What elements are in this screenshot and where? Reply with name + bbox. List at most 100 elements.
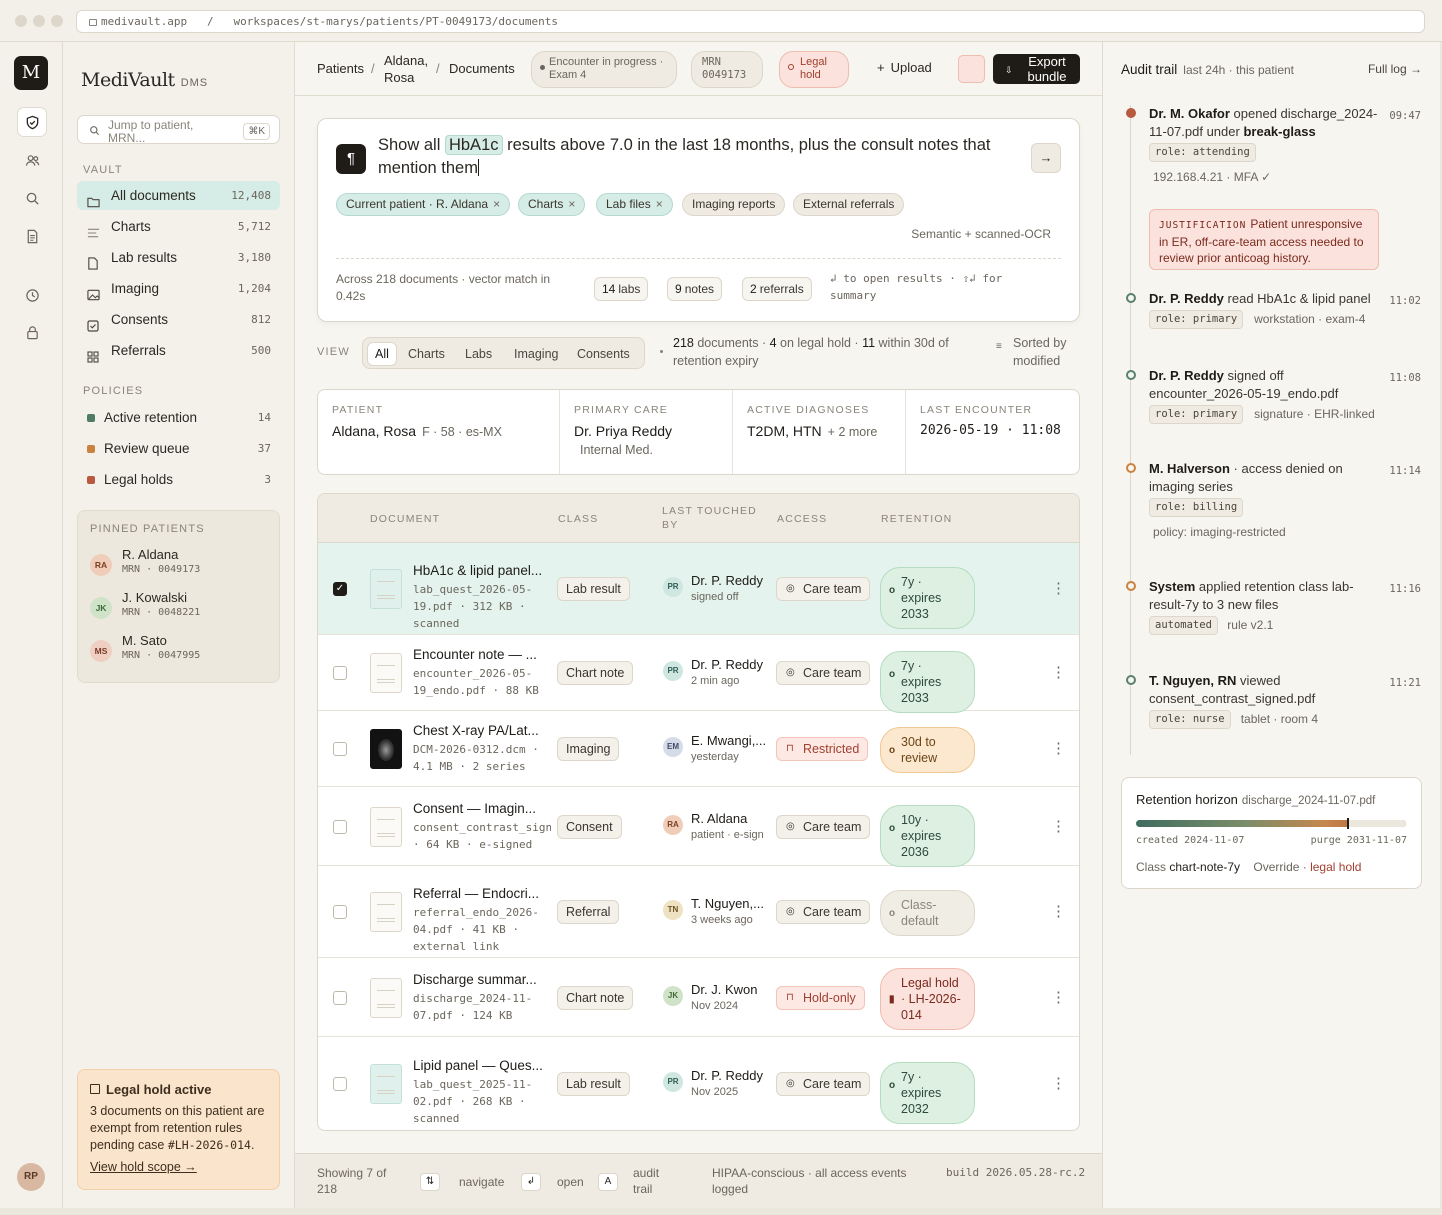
tab-charts[interactable]: Charts <box>401 342 452 366</box>
window-zoom-dot[interactable] <box>51 15 63 27</box>
document-name[interactable]: HbA1c & lipid panel... <box>413 563 553 578</box>
result-stat[interactable]: 2 referrals <box>742 277 812 301</box>
pinned-patient[interactable]: JK J. Kowalski MRN · 0048221 <box>90 590 270 626</box>
access-badge[interactable]: ◎ Care team <box>776 814 871 839</box>
window-close-dot[interactable] <box>15 15 27 27</box>
audit-event[interactable]: System applied retention class lab-resul… <box>1121 578 1421 658</box>
app-logo[interactable]: M <box>14 56 48 90</box>
crumb-patients[interactable]: Patients <box>317 61 364 76</box>
clock-icon[interactable] <box>17 280 47 310</box>
row-checkbox[interactable] <box>333 905 347 919</box>
submit-search-button[interactable]: → <box>1031 143 1061 173</box>
filter-chip[interactable]: Imaging reports <box>682 193 786 216</box>
address-bar[interactable]: medivault.app / workspaces/st-marys/pati… <box>76 10 1425 33</box>
sidebar-item-imaging[interactable]: Imaging 1,204 <box>77 274 280 303</box>
tab-labs[interactable]: Labs <box>458 342 499 366</box>
document-icon[interactable] <box>17 221 47 251</box>
filter-chip[interactable]: Current patient · R. Aldana × <box>336 193 511 216</box>
retention-badge[interactable]: o 7y · expires 2032 <box>880 1062 975 1124</box>
retention-badge[interactable]: o 10y · expires 2036 <box>880 804 975 867</box>
secondary-button[interactable] <box>958 55 985 83</box>
policy-item-review-queue[interactable]: Review queue 37 <box>77 435 280 462</box>
policy-item-active-retention[interactable]: Active retention 14 <box>77 404 280 431</box>
col-class[interactable]: CLASS <box>558 512 598 526</box>
table-row[interactable]: Discharge summar... discharge_2024-11-07.… <box>318 958 1079 1037</box>
filter-chip[interactable]: External referrals <box>793 193 905 216</box>
retention-badge[interactable]: o 7y · expires 2033 <box>880 567 975 629</box>
retention-badge[interactable]: ▮ Legal hold · LH-2026-014 <box>880 967 975 1030</box>
table-row[interactable]: Consent — Imagin... consent_contrast_sign… <box>318 787 1079 867</box>
col-access[interactable]: ACCESS <box>777 512 827 526</box>
table-row[interactable]: Referral — Endocri... referral_endo_2026-… <box>318 866 1079 958</box>
remove-chip-icon[interactable]: × <box>493 197 500 211</box>
pinned-patient[interactable]: MS M. Sato MRN · 0047995 <box>90 633 270 669</box>
access-badge[interactable]: ◎ Care team <box>776 661 871 685</box>
result-stat[interactable]: 9 notes <box>667 277 723 301</box>
document-name[interactable]: Chest X-ray PA/Lat... <box>413 723 553 738</box>
full-log-link[interactable]: Full log → <box>1368 62 1422 76</box>
access-badge[interactable]: ◎ Care team <box>776 900 871 924</box>
document-name[interactable]: Discharge summar... <box>413 972 553 987</box>
filter-chip[interactable]: Charts × <box>518 193 586 216</box>
jump-search-input[interactable]: Jump to patient, MRN... ⌘K <box>77 115 280 145</box>
access-badge[interactable]: ◎ Care team <box>776 577 871 601</box>
more-icon[interactable]: ⋮ <box>1051 819 1066 834</box>
more-icon[interactable]: ⋮ <box>1051 904 1066 919</box>
shield-icon[interactable] <box>17 107 47 137</box>
crumb-patient[interactable]: Aldana, Rosa <box>384 52 434 86</box>
access-badge[interactable]: ⊓ Hold-only <box>776 985 865 1010</box>
export-bundle-button[interactable]: ⇩ Export bundle <box>993 54 1080 84</box>
policy-item-legal-holds[interactable]: Legal holds 3 <box>77 466 280 493</box>
col-touched[interactable]: LAST TOUCHED BY <box>662 504 762 532</box>
users-icon[interactable] <box>17 145 47 175</box>
view-hold-scope-link[interactable]: View hold scope → <box>90 1160 267 1174</box>
table-row[interactable]: Lipid panel — Ques... lab_quest_2025-11-0… <box>318 1037 1079 1130</box>
dx-more-link[interactable]: + 2 more <box>828 425 878 439</box>
sort-control[interactable]: ≡ Sorted by modified <box>993 334 1073 370</box>
document-name[interactable]: Encounter note — ... <box>413 647 553 662</box>
audit-event[interactable]: Dr. P. Reddy read HbA1c & lipid panel 11:… <box>1121 290 1421 370</box>
remove-chip-icon[interactable]: × <box>568 197 575 211</box>
upload-button[interactable]: + Upload <box>877 60 932 75</box>
audit-event[interactable]: T. Nguyen, RN viewed consent_contrast_si… <box>1121 672 1421 752</box>
more-icon[interactable]: ⋮ <box>1051 741 1066 756</box>
document-name[interactable]: Consent — Imagin... <box>413 801 553 816</box>
tab-imaging[interactable]: Imaging <box>507 342 565 366</box>
remove-chip-icon[interactable]: × <box>656 197 663 211</box>
row-checkbox[interactable] <box>333 819 347 834</box>
retention-badge[interactable]: o 30d to review <box>880 727 975 773</box>
search-query-input[interactable]: Show all HbA1c results above 7.0 in the … <box>378 134 1018 180</box>
more-icon[interactable]: ⋮ <box>1051 1076 1066 1091</box>
user-avatar[interactable]: RP <box>17 1163 45 1191</box>
tab-consents[interactable]: Consents <box>570 342 637 366</box>
row-checkbox[interactable] <box>333 666 347 680</box>
row-checkbox[interactable] <box>333 1077 347 1091</box>
pinned-patient[interactable]: RA R. Aldana MRN · 0049173 <box>90 547 270 583</box>
more-icon[interactable]: ⋮ <box>1051 990 1066 1005</box>
col-retention[interactable]: RETENTION <box>881 512 952 526</box>
tab-all[interactable]: All <box>367 342 397 366</box>
lock-icon[interactable] <box>17 317 47 347</box>
table-row[interactable]: ✓ HbA1c & lipid panel... lab_quest_2026-05… <box>318 543 1079 635</box>
window-minimize-dot[interactable] <box>33 15 45 27</box>
crumb-documents[interactable]: Documents <box>449 61 515 76</box>
search-mode[interactable]: Semantic + scanned-OCR <box>911 227 1051 241</box>
search-icon[interactable] <box>17 183 47 213</box>
document-name[interactable]: Lipid panel — Ques... <box>413 1058 553 1073</box>
filter-chip[interactable]: Lab files × <box>596 193 673 216</box>
table-row[interactable]: Chest X-ray PA/Lat... DCM-2026-0312.dcm ·… <box>318 711 1079 787</box>
more-icon[interactable]: ⋮ <box>1051 581 1066 596</box>
document-name[interactable]: Referral — Endocri... <box>413 886 553 901</box>
table-row[interactable]: Encounter note — ... encounter_2026-05-19… <box>318 635 1079 713</box>
sidebar-item-charts[interactable]: Charts 5,712 <box>77 212 280 241</box>
audit-event[interactable]: M. Halverson · access denied on imaging … <box>1121 460 1421 540</box>
result-stat[interactable]: 14 labs <box>594 277 649 301</box>
access-badge[interactable]: ⊓ Restricted <box>776 737 869 761</box>
audit-event[interactable]: Dr. P. Reddy signed off encounter_2026-0… <box>1121 367 1421 447</box>
sidebar-item-referrals[interactable]: Referrals 500 <box>77 336 280 365</box>
sidebar-item-all-documents[interactable]: All documents 12,408 <box>77 181 280 210</box>
sidebar-item-lab-results[interactable]: Lab results 3,180 <box>77 243 280 272</box>
retention-badge[interactable]: o Class-default <box>880 890 975 936</box>
legal-hold-pill[interactable]: Legal hold <box>779 51 849 88</box>
encounter-status-pill[interactable]: Encounter in progress · Exam 4 <box>531 51 677 88</box>
